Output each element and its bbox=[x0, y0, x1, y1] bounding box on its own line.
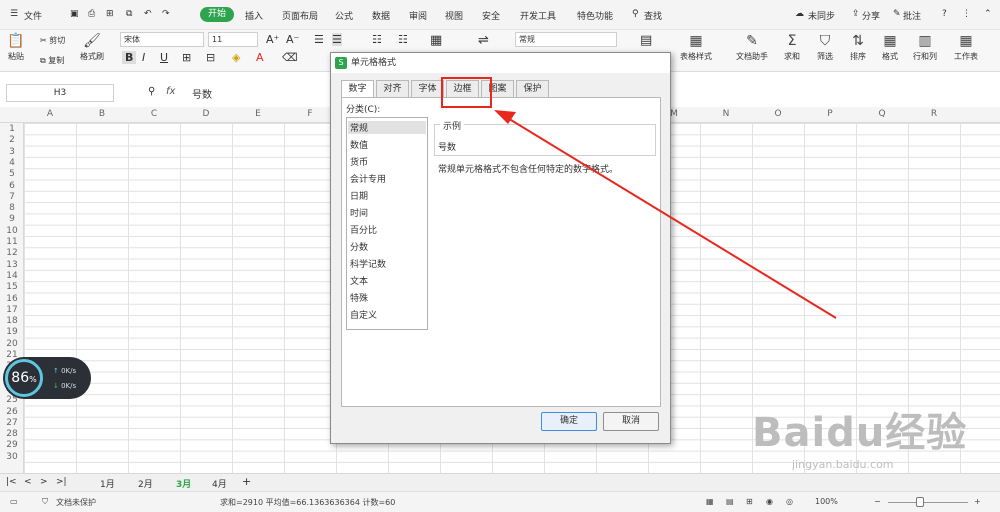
annotation-arrow bbox=[494, 110, 837, 319]
